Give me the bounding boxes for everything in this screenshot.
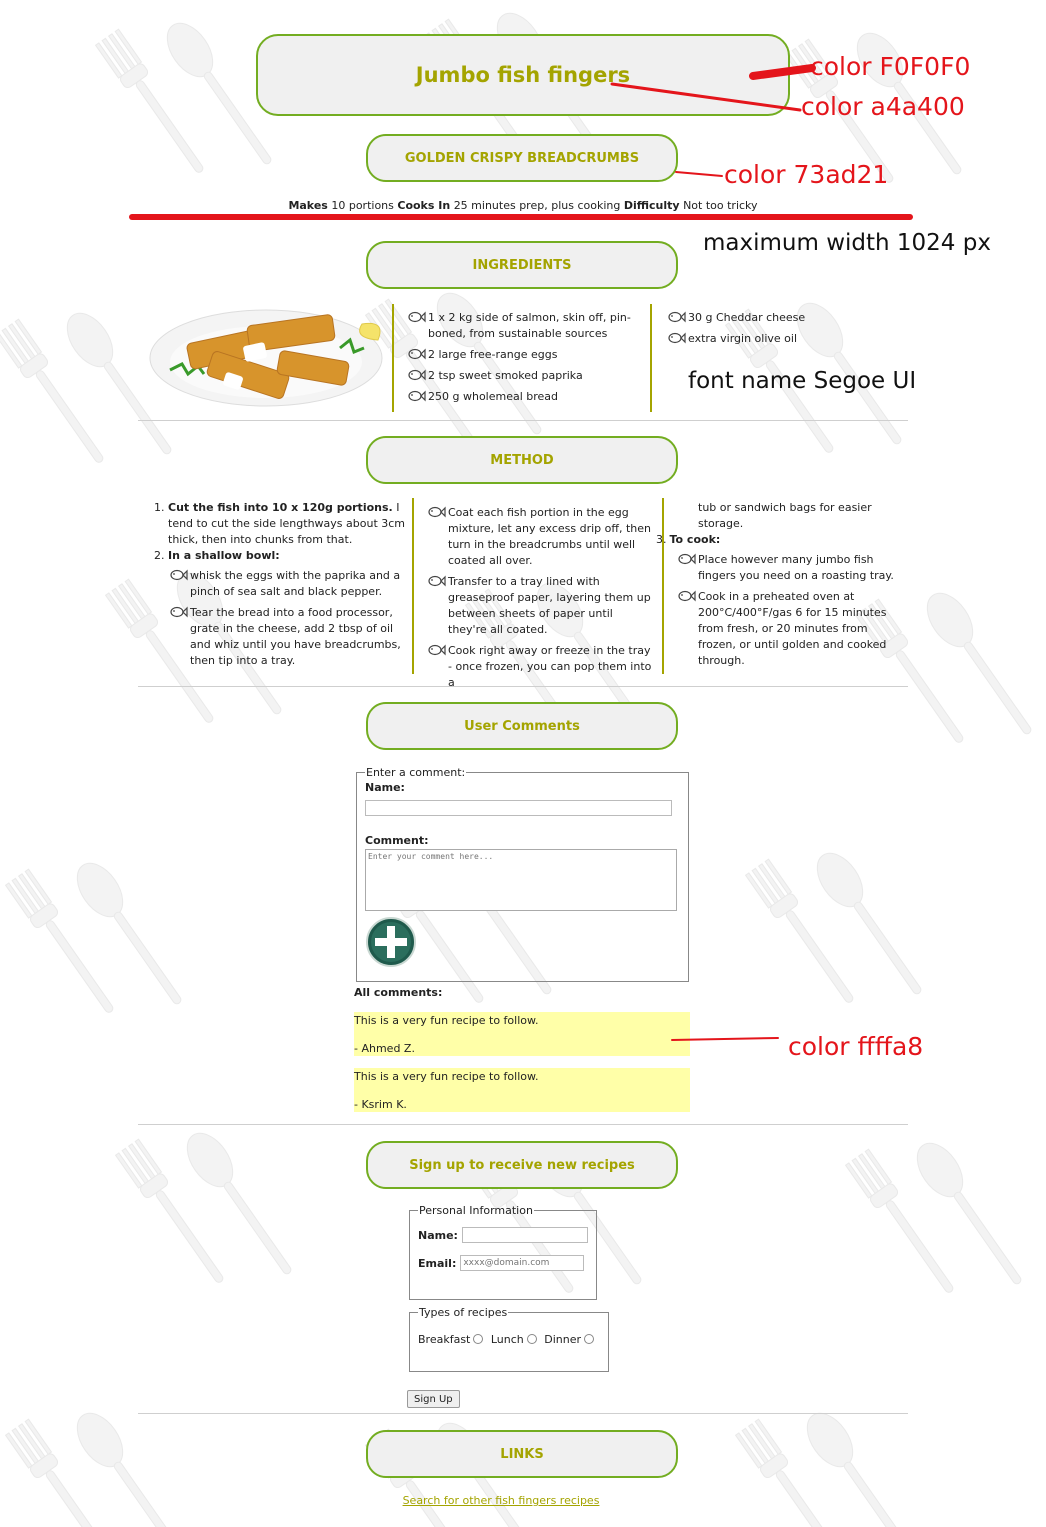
ingredients-divider-2	[650, 304, 652, 412]
method-substep: Place however many jumbo fish fingers yo…	[676, 552, 908, 584]
option-lunch-label: Lunch	[490, 1333, 524, 1346]
method-substep: Cook right away or freeze in the tray - …	[426, 643, 652, 691]
fish-bullet-icon	[666, 331, 686, 345]
section-divider	[138, 686, 908, 687]
fish-bullet-icon	[406, 310, 426, 324]
annotation-border-color: color 73ad21	[724, 160, 889, 189]
personal-info-legend: Personal Information	[419, 1204, 533, 1217]
fish-bullet-icon	[168, 568, 188, 582]
comment-name-label: Name:	[365, 781, 405, 794]
fish-bullet-icon	[168, 605, 188, 619]
option-dinner-radio[interactable]	[584, 1334, 595, 1344]
fish-bullet-icon	[666, 310, 686, 324]
method-column-2: Coat each fish portion in the egg mixtur…	[426, 505, 652, 696]
method-column-3: tub or sandwich bags for easier storage.…	[656, 500, 908, 674]
section-divider	[138, 1413, 908, 1414]
personal-info-fieldset: Personal Information Name: Email:	[409, 1204, 597, 1300]
section-divider	[138, 1124, 908, 1125]
comment-text-input[interactable]	[365, 849, 677, 911]
section-divider	[138, 420, 908, 421]
makes-value: 10 portions	[331, 199, 394, 212]
ingredient-item: 30 g Cheddar cheese	[666, 310, 886, 326]
recipe-title: Jumbo fish fingers	[256, 34, 790, 116]
ingredient-item: 2 tsp sweet smoked paprika	[406, 368, 634, 384]
cooks-value: 25 minutes prep, plus cooking	[453, 199, 621, 212]
comment-form: Enter a comment: Name: Comment:	[356, 766, 689, 982]
fish-bullet-icon	[426, 574, 446, 588]
recipe-types-fieldset: Types of recipes Breakfast Lunch Dinner	[409, 1306, 609, 1372]
fish-bullet-icon	[406, 347, 426, 361]
annotation-max-width: maximum width 1024 px	[703, 230, 991, 256]
signup-email-label: Email:	[418, 1256, 457, 1270]
recipe-meta: Makes 10 portions Cooks In 25 minutes pr…	[138, 199, 908, 212]
fish-fingers-image	[149, 309, 383, 407]
annotation-title-color: color a4a400	[801, 92, 965, 121]
fish-bullet-icon	[406, 389, 426, 403]
difficulty-value: Not too tricky	[683, 199, 758, 212]
comment-text-label: Comment:	[365, 834, 429, 847]
ingredients-heading: INGREDIENTS	[366, 241, 678, 289]
option-breakfast-radio[interactable]	[473, 1334, 484, 1344]
fish-bullet-icon	[676, 589, 696, 603]
comment-name-input[interactable]	[365, 800, 672, 816]
signup-name-input[interactable]	[461, 1227, 588, 1243]
ingredients-list-2: 30 g Cheddar cheese extra virgin olive o…	[666, 310, 886, 352]
method-substep: Transfer to a tray lined with greaseproo…	[426, 574, 652, 638]
recipe-types-legend: Types of recipes	[419, 1306, 508, 1319]
ingredient-item: 2 large free-range eggs	[406, 347, 634, 363]
links-heading: LINKS	[366, 1430, 678, 1478]
method-divider-1	[412, 498, 414, 674]
all-comments-label: All comments:	[354, 986, 443, 999]
annotation-comment-color: color ffffa8	[788, 1032, 924, 1061]
option-dinner-label: Dinner	[544, 1333, 582, 1346]
method-column-1: Cut the fish into 10 x 120g portions. I …	[156, 500, 406, 674]
fish-bullet-icon	[406, 368, 426, 382]
comment-entry: This is a very fun recipe to follow. - A…	[354, 1012, 690, 1056]
method-step: In a shallow bowl: whisk the eggs with t…	[168, 548, 406, 669]
recipe-subtitle: GOLDEN CRISPY BREADCRUMBS	[366, 134, 678, 182]
option-breakfast-label: Breakfast	[418, 1333, 471, 1346]
fish-fingers-recipes-link[interactable]: Search for other fish fingers recipes	[138, 1494, 864, 1507]
method-step: Cut the fish into 10 x 120g portions. I …	[168, 500, 406, 548]
fish-bullet-icon	[426, 643, 446, 657]
cooks-label: Cooks In	[397, 199, 451, 212]
signup-button[interactable]: Sign Up	[407, 1390, 460, 1408]
annotation-font: font name Segoe UI	[688, 368, 917, 394]
signup-email-input[interactable]	[460, 1255, 585, 1271]
makes-label: Makes	[288, 199, 328, 212]
ingredient-item: 250 g wholemeal bread	[406, 389, 634, 405]
difficulty-label: Difficulty	[623, 199, 680, 212]
comments-heading: User Comments	[366, 702, 678, 750]
signup-heading: Sign up to receive new recipes	[366, 1141, 678, 1189]
signup-name-label: Name:	[418, 1228, 458, 1242]
ingredient-item: 1 x 2 kg side of salmon, skin off, pin-b…	[406, 310, 634, 342]
comment-entry: This is a very fun recipe to follow. - K…	[354, 1068, 690, 1112]
method-substep: Tear the bread into a food processor, gr…	[168, 605, 406, 669]
ingredients-list-1: 1 x 2 kg side of salmon, skin off, pin-b…	[406, 310, 634, 410]
method-substep: Cook in a preheated oven at 200°C/400°F/…	[676, 589, 908, 669]
annotation-bg-color: color F0F0F0	[810, 52, 971, 81]
ingredient-item: extra virgin olive oil	[666, 331, 886, 347]
option-lunch-radio[interactable]	[526, 1334, 537, 1344]
fish-bullet-icon	[426, 505, 446, 519]
fish-bullet-icon	[676, 552, 696, 566]
add-comment-icon[interactable]	[365, 916, 417, 968]
method-substep: whisk the eggs with the paprika and a pi…	[168, 568, 406, 600]
comment-form-legend: Enter a comment:	[366, 766, 466, 779]
method-substep: Coat each fish portion in the egg mixtur…	[426, 505, 652, 569]
method-heading: METHOD	[366, 436, 678, 484]
ingredients-divider-1	[392, 304, 394, 412]
